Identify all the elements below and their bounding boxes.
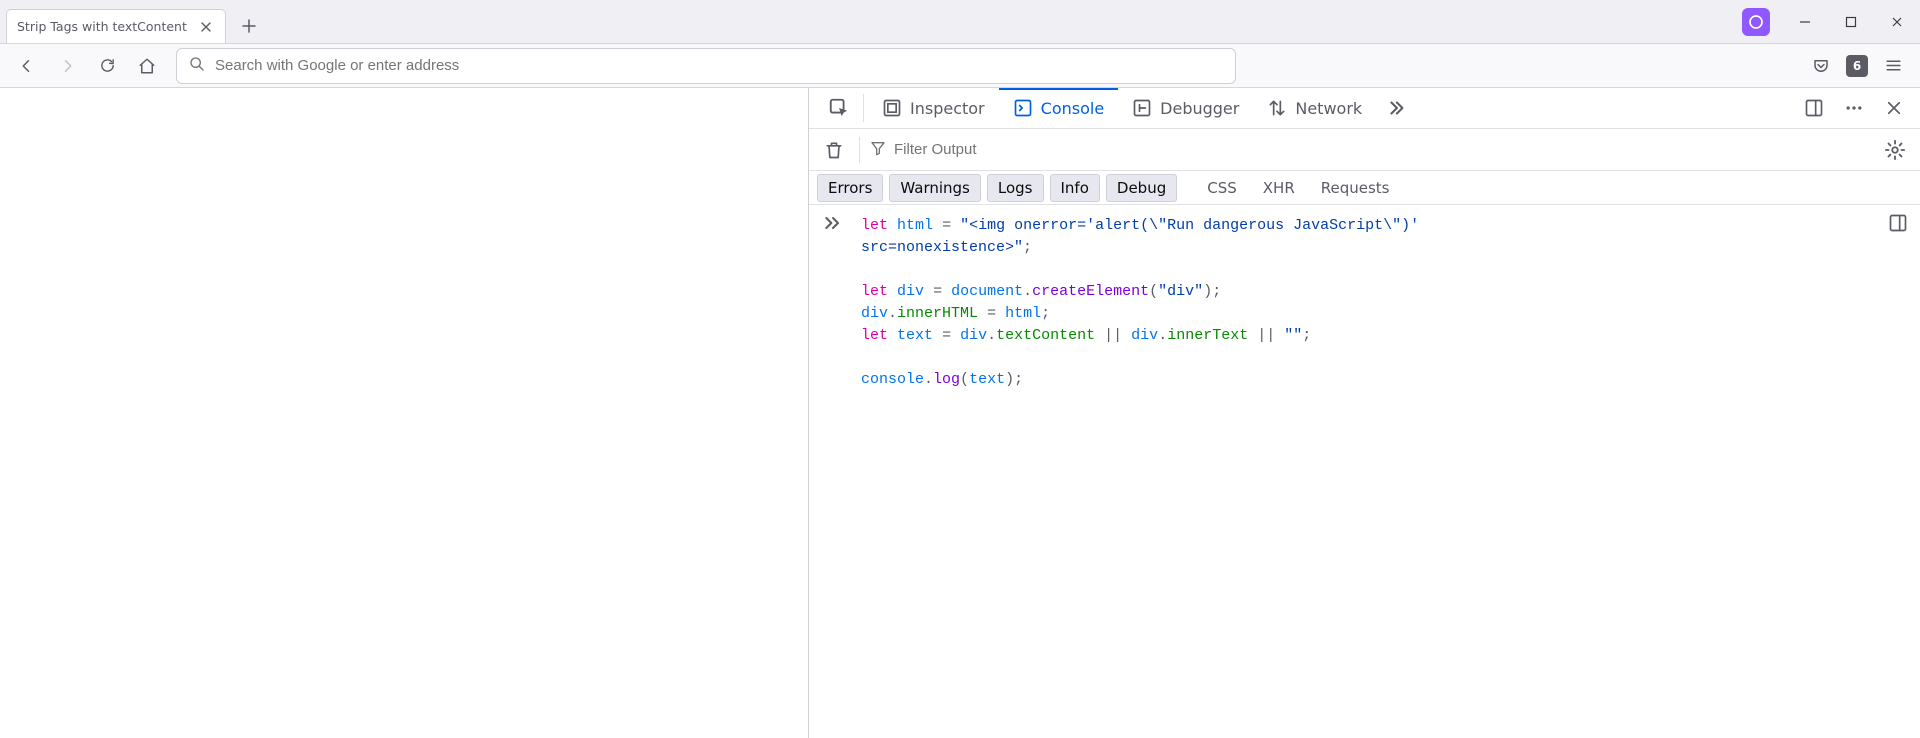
- filter-input[interactable]: [894, 141, 1870, 158]
- extensions-counter-badge[interactable]: 6: [1846, 55, 1868, 77]
- browser-tab[interactable]: Strip Tags with textContent: [6, 9, 226, 43]
- cat-debug[interactable]: Debug: [1106, 174, 1177, 202]
- profile-badge-icon[interactable]: [1742, 8, 1770, 36]
- console-code[interactable]: let html = "<img onerror='alert(\"Run da…: [861, 215, 1908, 391]
- pick-element-icon[interactable]: [819, 88, 859, 128]
- cat-css[interactable]: CSS: [1197, 175, 1247, 201]
- home-button[interactable]: [130, 49, 164, 83]
- console-filterbar: [809, 129, 1920, 171]
- console-settings-icon[interactable]: [1880, 139, 1910, 161]
- main-area: Inspector Console Debugger Network: [0, 88, 1920, 738]
- filter-output-field[interactable]: [870, 140, 1870, 160]
- cat-errors[interactable]: Errors: [817, 174, 883, 202]
- devtools-panel: Inspector Console Debugger Network: [808, 88, 1920, 738]
- cat-info[interactable]: Info: [1050, 174, 1100, 202]
- funnel-icon: [870, 140, 886, 160]
- devtools-toolbar: Inspector Console Debugger Network: [809, 88, 1920, 129]
- tab-debugger[interactable]: Debugger: [1118, 88, 1253, 128]
- window-maximize-button[interactable]: [1828, 0, 1874, 44]
- console-output[interactable]: let html = "<img onerror='alert(\"Run da…: [809, 205, 1920, 738]
- cat-logs[interactable]: Logs: [987, 174, 1044, 202]
- search-icon: [189, 56, 205, 76]
- page-content: [0, 88, 808, 738]
- cat-warnings[interactable]: Warnings: [889, 174, 981, 202]
- tab-title: Strip Tags with textContent: [17, 19, 187, 34]
- dock-side-icon[interactable]: [1794, 88, 1834, 128]
- counter-value: 6: [1853, 59, 1861, 73]
- console-categories: Errors Warnings Logs Info Debug CSS XHR …: [809, 171, 1920, 205]
- cat-requests[interactable]: Requests: [1311, 175, 1400, 201]
- window-close-button[interactable]: [1874, 0, 1920, 44]
- close-tab-icon[interactable]: [197, 18, 215, 36]
- address-input[interactable]: [215, 57, 1223, 74]
- browser-navbar: 6: [0, 44, 1920, 88]
- tab-network-label: Network: [1295, 99, 1362, 118]
- tab-inspector-label: Inspector: [910, 99, 985, 118]
- forward-button[interactable]: [50, 49, 84, 83]
- tab-network[interactable]: Network: [1253, 88, 1376, 128]
- clear-console-icon[interactable]: [819, 140, 849, 160]
- more-tabs-icon[interactable]: [1376, 88, 1416, 128]
- browser-tabstrip: Strip Tags with textContent: [0, 0, 1920, 44]
- close-devtools-icon[interactable]: [1874, 88, 1914, 128]
- window-controls: [1742, 0, 1920, 44]
- back-button[interactable]: [10, 49, 44, 83]
- tab-console[interactable]: Console: [999, 88, 1119, 128]
- new-tab-button[interactable]: [234, 11, 264, 41]
- cat-xhr[interactable]: XHR: [1253, 175, 1305, 201]
- address-bar[interactable]: [176, 48, 1236, 84]
- reload-button[interactable]: [90, 49, 124, 83]
- console-prompt-icon: [823, 215, 843, 239]
- kebab-menu-icon[interactable]: [1834, 88, 1874, 128]
- tab-debugger-label: Debugger: [1160, 99, 1239, 118]
- editor-toggle-icon[interactable]: [1888, 213, 1908, 241]
- tab-inspector[interactable]: Inspector: [868, 88, 999, 128]
- pocket-button[interactable]: [1804, 49, 1838, 83]
- tab-console-label: Console: [1041, 99, 1105, 118]
- app-menu-button[interactable]: [1876, 49, 1910, 83]
- window-minimize-button[interactable]: [1782, 0, 1828, 44]
